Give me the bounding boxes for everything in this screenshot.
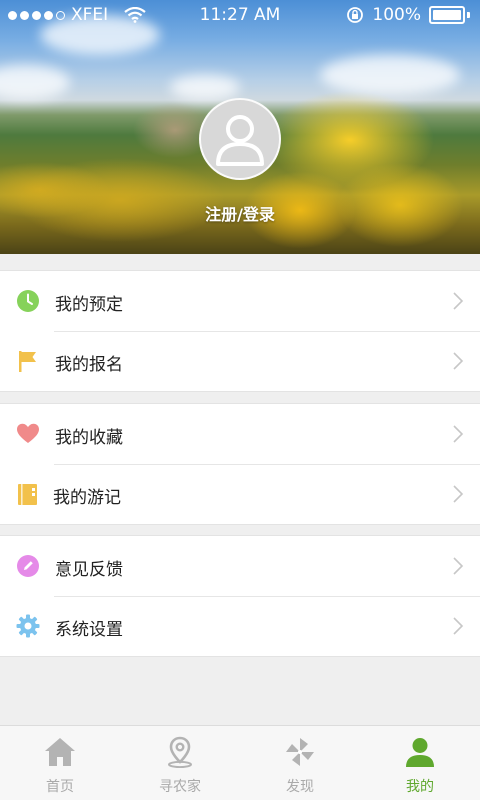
- bottom-tab-bar: 首页 寻农家 发现 我的: [0, 725, 480, 800]
- tab-discover[interactable]: 发现: [240, 726, 360, 800]
- chevron-right-icon: [453, 292, 464, 310]
- battery-icon: [429, 6, 465, 24]
- menu-group-settings: 意见反馈 系统设置: [0, 535, 480, 657]
- menu-item-label: 我的报名: [55, 355, 123, 375]
- tab-home[interactable]: 首页: [0, 726, 120, 800]
- chevron-right-icon: [453, 617, 464, 635]
- chevron-right-icon: [453, 425, 464, 443]
- tab-label: 发现: [286, 779, 314, 795]
- tab-label: 寻农家: [159, 779, 201, 795]
- notebook-icon: [16, 482, 40, 506]
- menu-item-feedback[interactable]: 意见反馈: [0, 536, 480, 596]
- menu-item-label: 系统设置: [55, 620, 123, 640]
- tab-label: 我的: [406, 779, 434, 795]
- cloud-decoration: [320, 55, 460, 95]
- register-login-link[interactable]: 注册/登录: [0, 201, 480, 225]
- battery-percent: 100%: [372, 5, 421, 25]
- user-silhouette-icon: [216, 115, 264, 166]
- avatar[interactable]: [199, 98, 281, 180]
- chevron-right-icon: [453, 485, 464, 503]
- menu-item-label: 我的预定: [55, 295, 123, 315]
- heart-icon: [16, 422, 40, 446]
- menu-group-bookings: 我的预定 我的报名: [0, 270, 480, 392]
- cloud-decoration: [170, 75, 240, 100]
- chevron-right-icon: [453, 557, 464, 575]
- tab-mine[interactable]: 我的: [360, 726, 480, 800]
- rotation-lock-icon: [347, 7, 364, 23]
- menu-item-my-reservations[interactable]: 我的预定: [0, 271, 480, 331]
- map-pin-icon: [163, 735, 197, 769]
- tab-find-farmhouse[interactable]: 寻农家: [120, 726, 240, 800]
- tab-label: 首页: [46, 779, 74, 795]
- flag-icon: [16, 349, 40, 373]
- user-icon: [403, 735, 437, 769]
- pinwheel-icon: [283, 735, 317, 769]
- chevron-right-icon: [453, 352, 464, 370]
- menu-item-my-signups[interactable]: 我的报名: [0, 331, 480, 391]
- cloud-decoration: [0, 65, 70, 100]
- menu-item-label: 我的游记: [53, 488, 121, 508]
- menu-item-my-travelogues[interactable]: 我的游记: [0, 464, 480, 524]
- menu-item-my-favorites[interactable]: 我的收藏: [0, 404, 480, 464]
- profile-header: XFEI 11:27 AM 100% 注册/登录: [0, 0, 480, 254]
- status-bar: XFEI 11:27 AM 100%: [0, 0, 480, 30]
- clock-icon: [16, 289, 40, 313]
- gear-icon: [16, 614, 40, 638]
- menu-item-label: 意见反馈: [55, 560, 123, 580]
- battery-cap: [467, 12, 470, 18]
- menu-item-label: 我的收藏: [55, 428, 123, 448]
- home-icon: [43, 735, 77, 769]
- menu-group-content: 我的收藏 我的游记: [0, 403, 480, 525]
- pencil-icon: [16, 554, 40, 578]
- menu-item-system-settings[interactable]: 系统设置: [0, 596, 480, 656]
